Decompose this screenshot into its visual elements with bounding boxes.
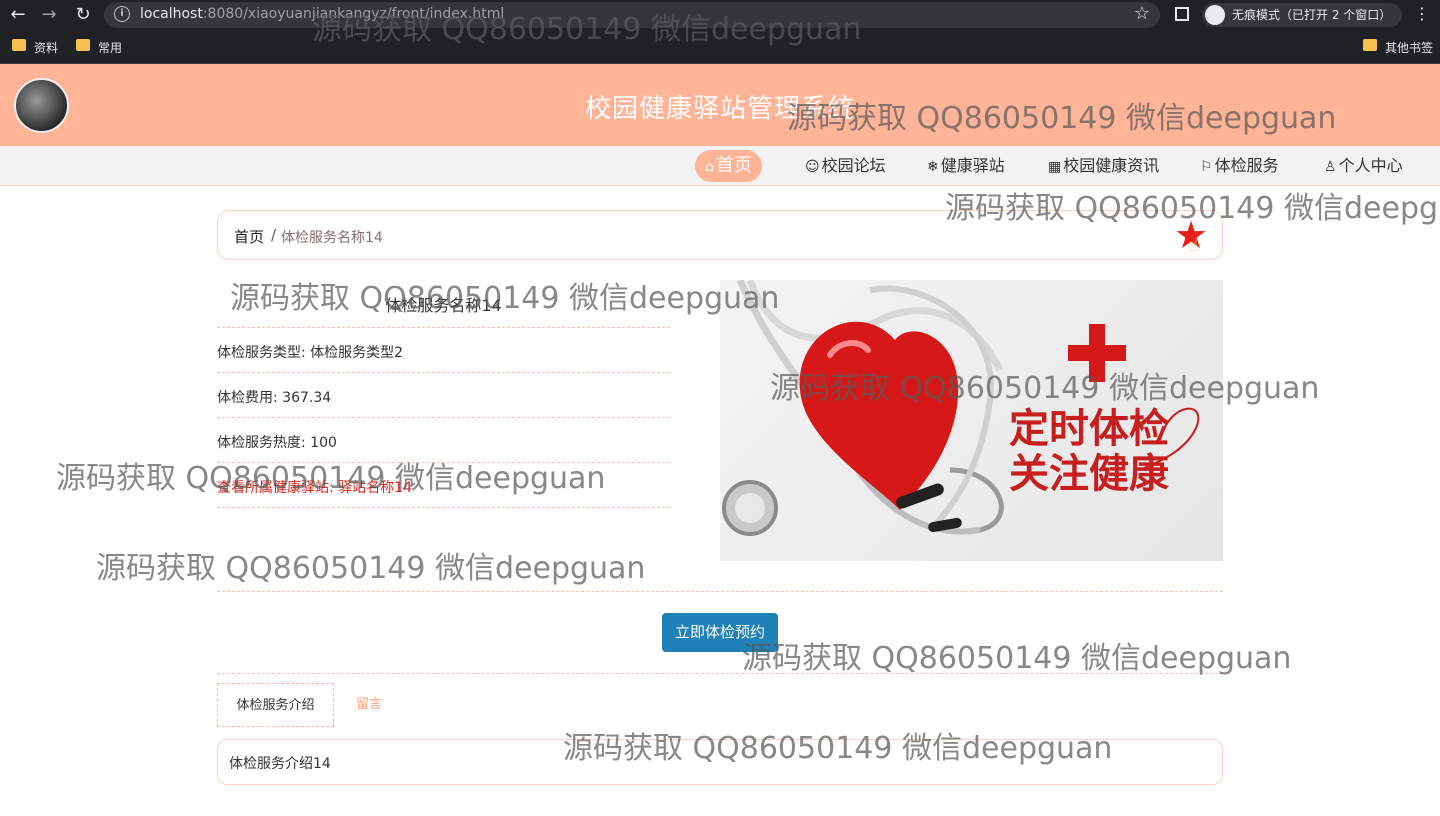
stethoscope-heart-illustration: 定时体检 关注健康: [722, 280, 1200, 536]
pointer-hand-icon: ☝: [1188, 235, 1199, 256]
detail-heat: 体检服务热度: 100: [217, 417, 670, 462]
nav-health-news[interactable]: ▦ 校园健康资讯: [1048, 150, 1159, 182]
bookmark-folder-ziliao[interactable]: 资料: [12, 39, 58, 56]
tab-service-intro[interactable]: 体检服务介绍: [217, 683, 334, 727]
book-checkup-button[interactable]: 立即体检预约: [662, 613, 778, 652]
hero-slogan-1: 定时体检: [1009, 406, 1169, 452]
incognito-badge[interactable]: 无痕模式（已打开 2 个窗口）: [1202, 3, 1402, 27]
forward-icon[interactable]: →: [38, 4, 60, 26]
site-logo: [14, 78, 69, 133]
nav-health-station[interactable]: ❄ 健康驿站: [927, 150, 1005, 182]
site-info-icon[interactable]: i: [114, 6, 130, 22]
section-divider: [217, 591, 1223, 592]
watermark-text: 源码获取 QQ86050149 微信deepguan: [96, 551, 646, 586]
station-link[interactable]: 查看所属健康驿站: 驿站名称14: [217, 462, 670, 508]
folder-icon: [12, 39, 26, 51]
nav-checkup-service[interactable]: ⚐ 体检服务: [1200, 150, 1279, 182]
incognito-label: 无痕模式（已打开 2 个窗口）: [1232, 8, 1392, 22]
address-bar[interactable]: i localhost:8080/xiaoyuanjiankangyz/fron…: [104, 2, 1160, 28]
hero-slogan-2: 关注健康: [1009, 451, 1169, 497]
home-icon: ⌂: [705, 159, 714, 175]
breadcrumb-current: 体检服务名称14: [281, 230, 383, 246]
detail-title: 体检服务名称14: [385, 296, 502, 315]
bookmark-folder-changyong[interactable]: 常用: [76, 39, 122, 56]
reload-icon[interactable]: ↻: [72, 4, 94, 26]
nav-personal-center[interactable]: ♙ 个人中心: [1324, 150, 1403, 182]
breadcrumb-home[interactable]: 首页: [234, 226, 264, 247]
nav-home[interactable]: ⌂ 首页: [695, 150, 762, 182]
url-text: localhost:8080/xiaoyuanjiankangyz/front/…: [140, 6, 505, 22]
grid-icon: ▦: [1048, 159, 1062, 175]
site-header: 校园健康驿站管理系统: [0, 64, 1440, 146]
main-nav: ⌂ 首页 ☺ 校园论坛 ❄ 健康驿站 ▦ 校园健康资讯 ⚐ 体检服务 ♙ 个人中心: [0, 146, 1440, 186]
smile-icon: ☺: [805, 159, 820, 175]
nav-forum[interactable]: ☺ 校园论坛: [805, 150, 886, 182]
detail-type: 体检服务类型: 体检服务类型2: [217, 327, 670, 372]
site-title: 校园健康驿站管理系统: [585, 94, 856, 124]
back-icon[interactable]: ←: [7, 4, 29, 26]
tab-comments[interactable]: 留言: [334, 683, 404, 727]
incognito-icon: [1205, 5, 1225, 25]
browser-menu-icon[interactable]: ⋮: [1414, 4, 1430, 23]
service-intro-content: 体检服务介绍14: [217, 739, 1223, 785]
section-divider: [217, 673, 1223, 674]
browser-toolbar: ← → ↻ i localhost:8080/xiaoyuanjiankangy…: [0, 0, 1440, 30]
snowflake-icon: ❄: [927, 159, 939, 175]
bookmarks-bar: 资料 常用 其他书签: [0, 30, 1440, 64]
service-image: 定时体检 关注健康: [720, 280, 1223, 561]
flag-icon: ⚐: [1200, 159, 1213, 175]
watermark-text: 源码获取 QQ86050149 微信deepguan: [742, 641, 1292, 676]
side-panel-icon[interactable]: [1175, 7, 1189, 21]
folder-icon: [76, 39, 90, 51]
folder-icon: [1363, 39, 1377, 51]
breadcrumb: 首页 / 体检服务名称14 ★ ☝: [217, 210, 1223, 260]
bookmark-folder-other[interactable]: 其他书签: [1363, 39, 1433, 56]
bookmark-star-icon[interactable]: ☆: [1134, 3, 1150, 24]
detail-fee: 体检费用: 367.34: [217, 372, 670, 417]
user-icon: ♙: [1324, 159, 1337, 175]
breadcrumb-separator: /: [271, 226, 277, 244]
